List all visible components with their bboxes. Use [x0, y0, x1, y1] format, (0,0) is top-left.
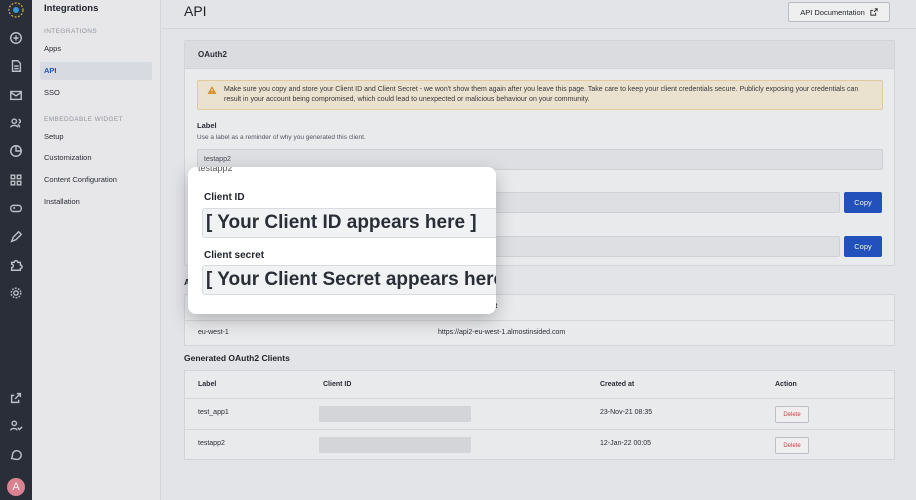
credentials-zoom-popup: testapp2 Client ID [ Your Client ID appe…: [188, 167, 496, 314]
popup-client-id-label: Client ID: [204, 192, 245, 203]
popup-client-secret-value[interactable]: [ Your Client Secret appears here ]: [202, 265, 496, 295]
popup-client-secret-label: Client secret: [204, 250, 265, 261]
popup-cut-label: testapp2: [198, 167, 233, 173]
popup-client-id-value[interactable]: [ Your Client ID appears here ]: [202, 208, 496, 238]
